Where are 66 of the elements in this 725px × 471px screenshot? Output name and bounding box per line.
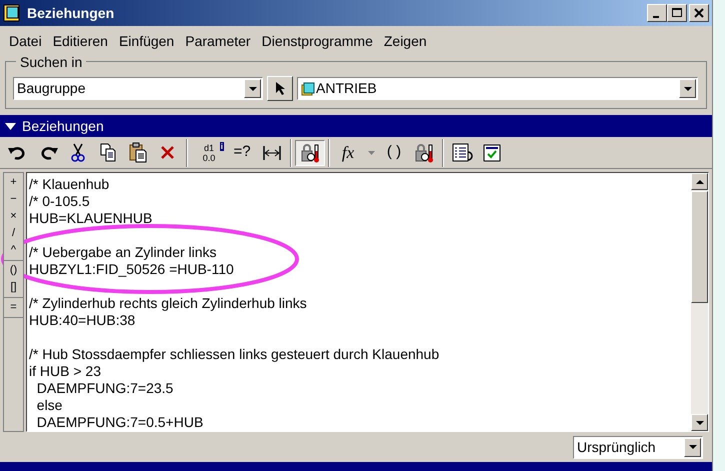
scroll-up-arrow-icon	[696, 180, 704, 184]
code-line: HUB:40=HUB:38	[29, 312, 136, 329]
code-line: /* Zylinderhub rechts gleich Zylinderhub links	[29, 295, 308, 312]
maximize-button[interactable]	[667, 4, 687, 22]
dropdown-button[interactable]	[679, 79, 696, 98]
maximize-icon	[672, 8, 682, 17]
code-line: if HUB > 23	[29, 363, 102, 380]
dropdown-arrow-icon	[688, 445, 696, 449]
operator-button[interactable]: +	[4, 174, 23, 191]
operator-button[interactable]: ()	[4, 262, 23, 279]
dropdown-arrow-icon	[248, 86, 256, 90]
menu-item[interactable]: Dienstprogramme	[256, 28, 378, 54]
assembly-icon	[301, 82, 315, 96]
caret-icon	[368, 150, 374, 154]
operator-button[interactable]: ×	[4, 208, 23, 225]
window-title: Beziehungen	[27, 4, 116, 23]
code-line: DAEMPFUNG:7=0.5+HUB	[36, 414, 204, 431]
dropdown-value: Baugruppe	[17, 79, 87, 98]
scope-dropdown[interactable]: Baugruppe	[13, 77, 263, 100]
dropdown-value: ANTRIEB	[316, 79, 378, 98]
code-line: /* Uebergabe an Zylinder links	[29, 244, 218, 261]
operator-button[interactable]: /	[4, 225, 23, 242]
operator-button[interactable]: =	[4, 299, 23, 316]
operator-button[interactable]: []	[4, 279, 23, 296]
menu-item[interactable]: Datei	[4, 28, 47, 54]
operator-button[interactable]: −	[4, 191, 23, 208]
minimize-icon	[653, 16, 659, 18]
pointer-icon	[275, 81, 285, 96]
dropdown-arrow-icon	[684, 86, 692, 90]
toolbar-button[interactable]	[295, 140, 325, 166]
section-title: Beziehungen	[22, 116, 104, 136]
scrollbar[interactable]	[691, 173, 708, 431]
mode-dropdown[interactable]: Ursprünglich	[573, 436, 703, 458]
dropdown-value: Ursprünglich	[577, 438, 657, 457]
close-icon	[694, 8, 704, 18]
close-button[interactable]	[689, 4, 709, 22]
code-line: /* Klauenhub	[29, 176, 110, 193]
checklist-icon	[481, 142, 503, 164]
app-icon	[3, 4, 21, 22]
menu-item[interactable]: Einfügen	[114, 28, 180, 54]
code-line: HUB=KLAUENHUB	[29, 210, 154, 227]
code-line: HUBZYL1:FID_50526 =HUB-110	[29, 261, 235, 278]
menu-item[interactable]: Zeigen	[378, 28, 432, 54]
code-line: else	[36, 397, 64, 414]
section-header[interactable]: Beziehungen	[0, 115, 712, 137]
operator-button[interactable]: ^	[4, 242, 23, 259]
pointer-button[interactable]	[267, 76, 293, 101]
code-line: /* 0-105.5	[29, 193, 91, 210]
minimize-button[interactable]	[647, 4, 667, 22]
menu-item[interactable]: Editieren	[48, 28, 113, 54]
toolbar-button[interactable]: =?	[227, 140, 257, 166]
toolbar-button[interactable]: fx	[333, 140, 363, 166]
properties-list-icon	[451, 142, 473, 164]
code-line: /* Hub Stossdaempfer schliessen links gesteuert durch Klauenhub	[29, 346, 440, 363]
menu-item[interactable]: Parameter	[180, 28, 256, 54]
clipboard-icon	[127, 142, 149, 164]
scroll-down-arrow-icon	[696, 420, 704, 424]
target-dropdown[interactable]: ANTRIEB	[297, 77, 698, 100]
dropdown-button[interactable]	[244, 79, 261, 98]
relations-editor[interactable]	[26, 172, 709, 432]
toolbar-button[interactable]: ( )	[379, 140, 409, 166]
dimension-toggle-button[interactable]: d1 0.0 i	[191, 140, 227, 166]
dropdown-button[interactable]	[684, 438, 701, 456]
lock-thermometer-icon	[413, 142, 435, 164]
lock-thermometer-icon	[299, 142, 321, 164]
code-line: DAEMPFUNG:7=23.5	[36, 380, 174, 397]
